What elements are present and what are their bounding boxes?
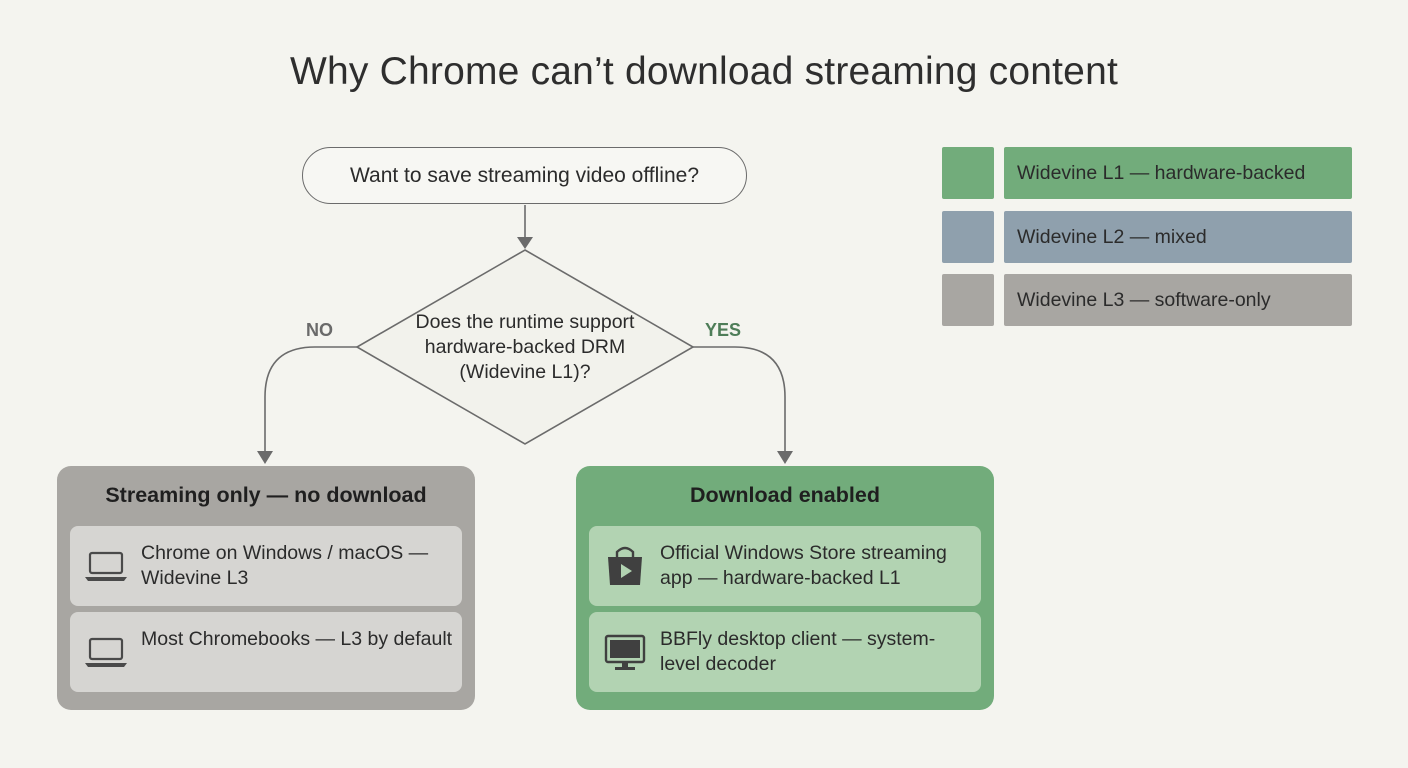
yes-outcome-title: Download enabled: [690, 483, 880, 507]
legend-swatch-l2: [942, 211, 994, 263]
legend-label-l1: Widevine L1 — hardware-backed: [1004, 147, 1352, 199]
laptop-icon: [85, 551, 127, 581]
legend-swatch-l1: [942, 147, 994, 199]
start-node: Want to save streaming video offline?: [302, 147, 747, 204]
yes-outcome-item: BBFly desktop client — system-level deco…: [589, 612, 981, 692]
start-node-label: Want to save streaming video offline?: [349, 163, 700, 187]
legend-swatch-l3: [942, 274, 994, 326]
arrowhead-no: [257, 451, 273, 464]
legend-item-l2: Widevine L2 — mixed: [942, 211, 1352, 263]
arrowhead-decision: [517, 237, 533, 249]
yes-branch-label: YES: [705, 320, 742, 340]
legend-label-l2: Widevine L2 — mixed: [1004, 211, 1352, 263]
legend-item-l3: Widevine L3 — software-only: [942, 274, 1352, 326]
no-outcome-item-text: Most Chromebooks — L3 by default: [141, 628, 453, 650]
yes-outcome-item-text: BBFly desktop client — system-level deco…: [660, 628, 936, 675]
laptop-icon: [85, 637, 127, 667]
yes-outcome-item: Official Windows Store streaming app — h…: [589, 526, 981, 606]
decision-question: Does the runtime support hardware-backed…: [415, 311, 635, 383]
legend-label-l3: Widevine L3 — software-only: [1004, 274, 1352, 326]
store-bag-play-icon: [608, 546, 642, 585]
no-outcome-panel: Streaming only — no download Chrome on W…: [57, 466, 475, 710]
yes-outcome-panel: Download enabled Official Windows Store …: [576, 466, 994, 710]
no-outcome-item: Chrome on Windows / macOS — Widevine L3: [70, 526, 462, 606]
legend-item-l1: Widevine L1 — hardware-backed: [942, 147, 1352, 199]
yes-outcome-item-text: Official Windows Store streaming app — h…: [660, 542, 947, 589]
connector-yes-branch: [693, 346, 786, 453]
no-branch-label: NO: [306, 320, 333, 340]
no-outcome-item-text: Chrome on Windows / macOS — Widevine L3: [141, 542, 429, 589]
connector-no-branch: [264, 346, 357, 453]
no-outcome-title: Streaming only — no download: [105, 483, 427, 507]
monitor-icon: [604, 634, 646, 670]
arrowhead-yes: [777, 451, 793, 464]
no-outcome-item: Most Chromebooks — L3 by default: [70, 612, 462, 692]
